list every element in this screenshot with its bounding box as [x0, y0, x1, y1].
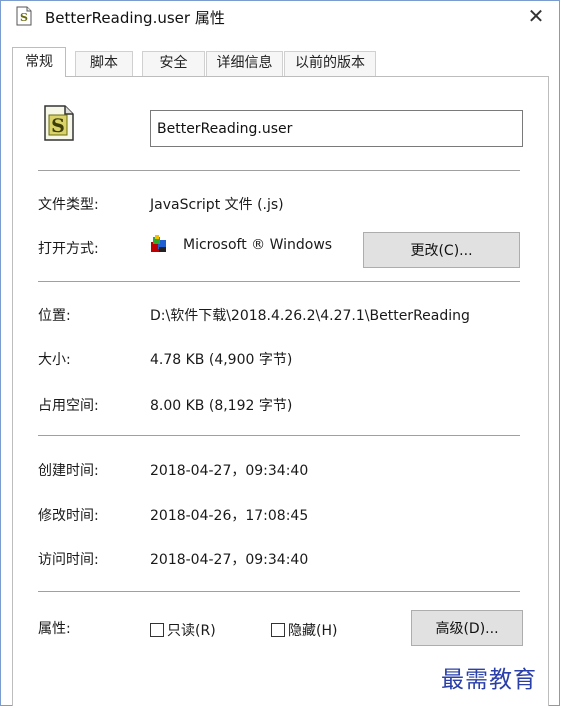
script-file-icon: S	[16, 6, 32, 26]
file-type-label: 文件类型:	[38, 197, 99, 213]
watermark-text: 最需教育	[441, 667, 537, 693]
separator	[38, 435, 520, 436]
tab-previous-versions[interactable]: 以前的版本	[284, 51, 376, 76]
size-on-disk-label: 占用空间:	[38, 398, 99, 414]
svg-text:S: S	[51, 115, 65, 137]
title-bar[interactable]: S BetterReading.user 属性 ✕	[1, 1, 559, 35]
accessed-label: 访问时间:	[38, 552, 99, 568]
tab-strip: 常规 脚本 安全 详细信息 以前的版本	[12, 47, 557, 77]
size-on-disk-value: 8.00 KB (8,192 字节)	[150, 398, 293, 414]
readonly-checkbox-label: 只读(R)	[167, 623, 216, 639]
tab-security[interactable]: 安全	[142, 51, 205, 76]
size-value: 4.78 KB (4,900 字节)	[150, 352, 293, 368]
open-with-app-name: Microsoft ® Windows	[183, 237, 333, 253]
window-title: BetterReading.user 属性	[45, 9, 225, 27]
attributes-label: 属性:	[38, 621, 71, 637]
separator	[38, 170, 520, 171]
advanced-button[interactable]: 高级(D)...	[411, 610, 523, 646]
location-label: 位置:	[38, 308, 71, 324]
close-button[interactable]: ✕	[523, 4, 549, 28]
separator	[38, 591, 520, 592]
properties-dialog: S BetterReading.user 属性 ✕ 常规 脚本 安全 详细信息 …	[0, 0, 560, 706]
location-value: D:\软件下载\2018.4.26.2\4.27.1\BetterReading	[150, 308, 470, 324]
open-with-label: 打开方式:	[38, 241, 99, 257]
modified-value: 2018-04-26，17:08:45	[150, 508, 309, 524]
hidden-checkbox-box[interactable]	[271, 623, 285, 637]
modified-label: 修改时间:	[38, 508, 99, 524]
tab-details[interactable]: 详细信息	[206, 51, 283, 76]
svg-text:S: S	[20, 11, 28, 24]
readonly-checkbox-box[interactable]	[150, 623, 164, 637]
separator	[38, 281, 520, 282]
readonly-checkbox[interactable]: 只读(R)	[150, 620, 216, 640]
file-name-field[interactable]	[150, 110, 523, 147]
created-label: 创建时间:	[38, 463, 99, 479]
tab-script[interactable]: 脚本	[75, 51, 133, 76]
size-label: 大小:	[38, 352, 71, 368]
file-type-value: JavaScript 文件 (.js)	[150, 197, 284, 213]
hidden-checkbox[interactable]: 隐藏(H)	[271, 620, 337, 640]
created-value: 2018-04-27，09:34:40	[150, 463, 309, 479]
windows-script-host-icon	[151, 235, 166, 252]
hidden-checkbox-label: 隐藏(H)	[288, 623, 338, 639]
change-button[interactable]: 更改(C)...	[363, 232, 520, 268]
tab-general[interactable]: 常规	[12, 47, 66, 77]
accessed-value: 2018-04-27，09:34:40	[150, 552, 309, 568]
script-file-icon: S	[44, 105, 74, 141]
general-tab-panel: S 文件类型: JavaScript 文件 (.js) 打开方式: Micros…	[12, 76, 549, 706]
